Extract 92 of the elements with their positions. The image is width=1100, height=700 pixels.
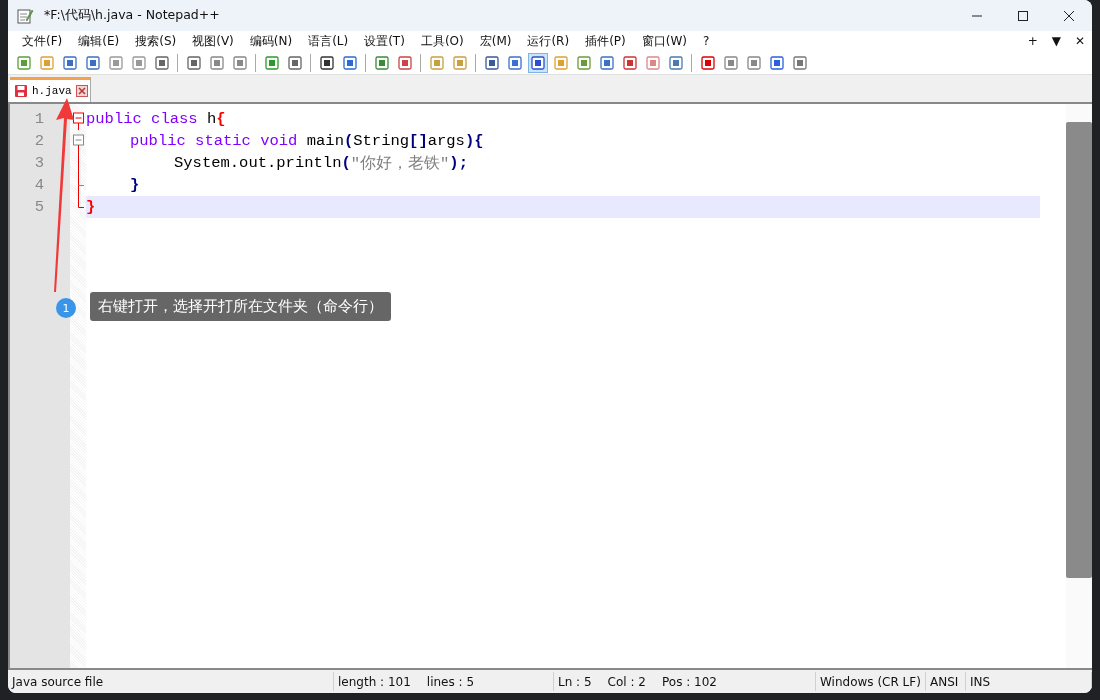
toolbar-icon bbox=[38, 54, 55, 71]
menu-item[interactable]: ? bbox=[694, 34, 718, 48]
toolbar-icon bbox=[286, 54, 303, 71]
toolbar-icon bbox=[745, 54, 762, 71]
toolbar-icon bbox=[791, 54, 808, 71]
toolbar-icon bbox=[598, 54, 615, 71]
menu-item[interactable]: 搜索(S) bbox=[127, 32, 185, 50]
code-token: class bbox=[151, 110, 198, 128]
status-text: INS bbox=[970, 674, 991, 689]
toolbar-icon bbox=[428, 54, 445, 71]
file-tab[interactable]: h.java bbox=[10, 77, 91, 102]
maximize-icon[interactable] bbox=[1017, 9, 1029, 22]
annotation-tooltip: 右键打开，选择开打所在文件夹（命令行） bbox=[90, 292, 391, 321]
menu-item[interactable]: 插件(P) bbox=[577, 32, 634, 50]
toolbar-icon bbox=[15, 54, 32, 71]
code-token: ){ bbox=[464, 132, 484, 150]
code-token: void bbox=[260, 132, 298, 150]
fold-line-icon bbox=[78, 152, 80, 174]
toolbar-icon bbox=[318, 54, 335, 71]
menu-item[interactable]: 工具(O) bbox=[412, 32, 472, 50]
toolbar-icon bbox=[575, 54, 592, 71]
code-token: } bbox=[130, 176, 140, 194]
toolbar-icon bbox=[130, 54, 147, 71]
code-token: String bbox=[353, 132, 410, 150]
status-text: Ln : 5 bbox=[558, 674, 592, 689]
code-token: main bbox=[306, 132, 344, 150]
code-token: static bbox=[195, 132, 251, 150]
code-token: [] bbox=[409, 132, 428, 150]
toolbar-icon bbox=[529, 54, 546, 71]
menu-item[interactable]: 文件(F) bbox=[14, 32, 71, 50]
close-icon[interactable] bbox=[1063, 9, 1075, 22]
toolbar-icon bbox=[107, 54, 124, 71]
toolbar-icon bbox=[621, 54, 638, 71]
toolbar-icon bbox=[506, 54, 523, 71]
scrollbar-thumb[interactable] bbox=[1066, 122, 1092, 578]
toolbar-icon bbox=[231, 54, 248, 71]
toolbar-icon bbox=[483, 54, 500, 71]
line-number: 4 bbox=[33, 175, 45, 196]
menu-item[interactable]: 视图(V) bbox=[184, 32, 242, 50]
menu-control[interactable]: + bbox=[1020, 34, 1045, 48]
toolbar-icon bbox=[396, 54, 413, 71]
status-text: ANSI bbox=[930, 674, 959, 689]
code-token: public bbox=[86, 110, 142, 128]
toolbar-icon bbox=[341, 54, 358, 71]
toolbar-icon bbox=[644, 54, 661, 71]
minimize-icon[interactable] bbox=[971, 14, 983, 17]
code-token: System.out.println bbox=[174, 154, 342, 172]
status-text: Col : 2 bbox=[607, 674, 646, 689]
status-text: Java source file bbox=[12, 674, 104, 689]
toolbar-icon bbox=[722, 54, 739, 71]
toolbar-icon bbox=[373, 54, 390, 71]
menu-item[interactable]: 设置(T) bbox=[356, 32, 413, 50]
code-token: h bbox=[206, 110, 217, 128]
line-number: 3 bbox=[33, 153, 45, 174]
toolbar-icon bbox=[263, 54, 280, 71]
toolbar-icon bbox=[451, 54, 468, 71]
status-text: lines : 5 bbox=[426, 674, 475, 689]
toolbar-icon bbox=[552, 54, 569, 71]
code-token: public bbox=[130, 132, 186, 150]
menu-item[interactable]: 运行(R) bbox=[519, 32, 578, 50]
toolbar-icon bbox=[153, 54, 170, 71]
toolbar-icon bbox=[667, 54, 684, 71]
status-text: Pos : 102 bbox=[662, 674, 717, 689]
menu-item[interactable]: 语言(L) bbox=[300, 32, 357, 50]
toolbar-icon bbox=[84, 54, 101, 71]
code-token: } bbox=[86, 198, 96, 216]
menu-control[interactable]: ▼ bbox=[1044, 34, 1068, 48]
status-text: length : 101 bbox=[338, 674, 411, 689]
code-token: ); bbox=[449, 154, 468, 172]
window-title: *F:\代码\h.java - Notepad++ bbox=[44, 7, 221, 24]
close-tab-icon[interactable] bbox=[75, 85, 88, 97]
line-number: 1 bbox=[33, 109, 45, 130]
code-token: args bbox=[427, 132, 465, 150]
menu-item[interactable]: 编辑(E) bbox=[70, 32, 128, 50]
line-number: 5 bbox=[33, 197, 45, 218]
notepad-icon bbox=[16, 6, 34, 25]
code-token: ( bbox=[341, 154, 351, 172]
status-text: Windows (CR LF) bbox=[820, 674, 921, 689]
line-number: 2 bbox=[33, 131, 45, 152]
toolbar-icon bbox=[208, 54, 225, 71]
code-token: ( bbox=[343, 132, 354, 150]
menu-control[interactable]: ✕ bbox=[1067, 34, 1092, 48]
menu-item[interactable]: 宏(M) bbox=[471, 32, 520, 50]
toolbar-icon bbox=[185, 54, 202, 71]
code-token: { bbox=[216, 110, 226, 128]
toolbar-button[interactable] bbox=[527, 52, 548, 73]
code-token: "你好，老铁" bbox=[350, 153, 450, 174]
menu-item[interactable]: 窗口(W) bbox=[633, 32, 695, 50]
menu-item[interactable]: 编码(N) bbox=[241, 32, 301, 50]
toolbar-icon bbox=[699, 54, 716, 71]
toolbar-icon bbox=[768, 54, 785, 71]
toolbar-icon bbox=[61, 54, 78, 71]
